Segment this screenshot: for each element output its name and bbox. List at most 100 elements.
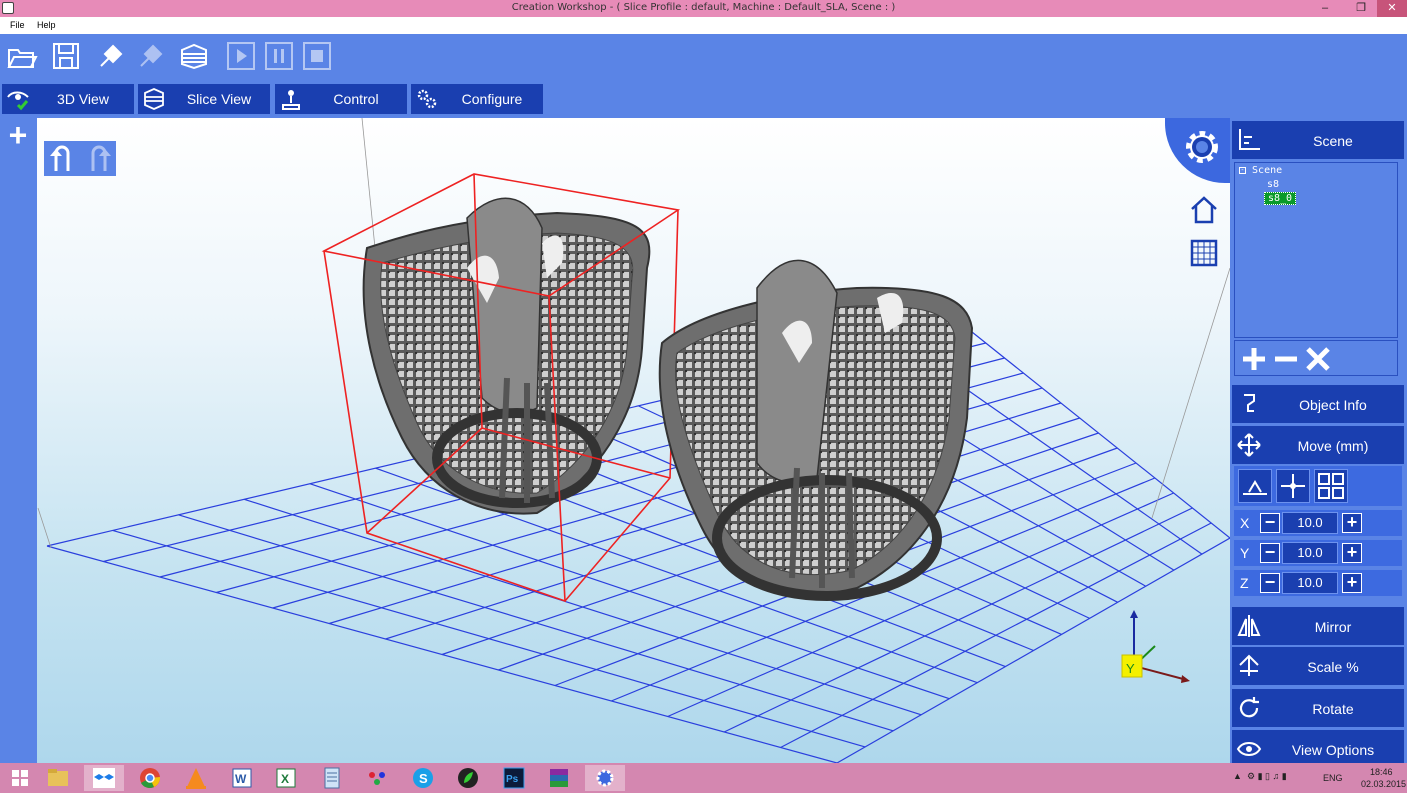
title-bar: Creation Workshop - ( Slice Profile : de… — [0, 0, 1407, 17]
y-value-field[interactable]: 10.0 — [1282, 542, 1338, 564]
y-decrement-button[interactable]: − — [1260, 543, 1280, 563]
x-increment-button[interactable]: + — [1342, 513, 1362, 533]
winrar-icon[interactable] — [539, 765, 579, 791]
creation-workshop-icon[interactable] — [585, 765, 625, 791]
x-decrement-button[interactable]: − — [1260, 513, 1280, 533]
z-value-field[interactable]: 10.0 — [1282, 572, 1338, 594]
disconnect-icon[interactable] — [135, 40, 167, 72]
undo-redo-group — [44, 141, 116, 176]
svg-text:X: X — [281, 772, 289, 786]
tab-label: Configure — [461, 91, 523, 107]
chrome-icon[interactable] — [130, 765, 170, 791]
svg-text:Ps: Ps — [506, 774, 519, 785]
gear-icon — [1186, 131, 1218, 163]
taskbar: W X S Ps ▲ ⚙ ▮ ▯ ♫ ▮ ENG 18:46 02.03.201… — [0, 763, 1407, 793]
excel-icon[interactable]: X — [266, 765, 306, 791]
axis-y-label: Y — [1240, 545, 1250, 561]
tab-configure[interactable]: Configure — [411, 84, 543, 114]
joystick-icon — [282, 90, 300, 110]
gizmo-y-label: Y — [1126, 661, 1135, 676]
pause-icon[interactable] — [263, 40, 295, 72]
rotate-label: Rotate — [1312, 701, 1354, 717]
left-strip: + — [0, 118, 37, 763]
vlc-icon[interactable] — [176, 765, 216, 791]
move-y-row: Y − 10.0 + — [1234, 540, 1402, 566]
clock-date[interactable]: 02.03.2015 — [1361, 779, 1406, 789]
scene-panel-header[interactable]: Scene — [1232, 121, 1404, 159]
clock-time[interactable]: 18:46 — [1370, 767, 1393, 777]
y-increment-button[interactable]: + — [1342, 543, 1362, 563]
tree-item-s8-0[interactable]: s8_0 — [1264, 192, 1297, 205]
tree-item-s8[interactable]: s8 — [1267, 179, 1279, 190]
menu-file[interactable]: File — [10, 20, 25, 30]
windows-start-icon[interactable] — [0, 765, 40, 791]
tab-label: Slice View — [186, 91, 252, 107]
home-view-icon[interactable] — [1187, 193, 1221, 227]
tab-slice-view[interactable]: Slice View — [138, 84, 270, 114]
stop-icon[interactable] — [301, 40, 333, 72]
x-value-field[interactable]: 10.0 — [1282, 512, 1338, 534]
undo-icon[interactable] — [44, 141, 79, 176]
ring-model-s8-0[interactable] — [658, 259, 974, 601]
z-decrement-button[interactable]: − — [1260, 573, 1280, 593]
redo-icon[interactable] — [81, 141, 116, 176]
add-object-icon[interactable] — [1239, 344, 1269, 374]
open-icon[interactable] — [6, 40, 38, 72]
3d-viewport[interactable]: Y — [37, 118, 1230, 763]
move-x-row: X − 10.0 + — [1234, 510, 1402, 536]
move-header[interactable]: Move (mm) — [1232, 426, 1404, 464]
tree-root[interactable]: - Scene — [1239, 165, 1282, 176]
app-green-icon[interactable] — [448, 765, 488, 791]
remove-object-icon[interactable] — [1271, 344, 1301, 374]
word-icon[interactable]: W — [222, 765, 262, 791]
mirror-label: Mirror — [1314, 619, 1352, 635]
save-icon[interactable] — [50, 40, 82, 72]
minimize-button[interactable]: – — [1310, 0, 1340, 17]
z-increment-button[interactable]: + — [1342, 573, 1362, 593]
tab-3d-view[interactable]: 3D View — [2, 84, 134, 114]
app-icon[interactable] — [357, 765, 397, 791]
photoshop-icon[interactable]: Ps — [494, 765, 534, 791]
tab-label: 3D View — [57, 91, 109, 107]
object-info-header[interactable]: Object Info — [1232, 385, 1404, 423]
toolbar — [0, 34, 1407, 84]
center-object-icon[interactable] — [1276, 469, 1310, 503]
rotate-header[interactable]: Rotate — [1232, 689, 1404, 727]
menu-help[interactable]: Help — [37, 20, 56, 30]
file-explorer-icon[interactable] — [38, 765, 78, 791]
mirror-icon — [1237, 615, 1261, 637]
place-on-plate-icon[interactable] — [1238, 469, 1272, 503]
scene-tree[interactable]: - Scene s8 s8_0 — [1234, 162, 1398, 338]
scale-header[interactable]: Scale % — [1232, 647, 1404, 685]
scale-icon — [1239, 654, 1259, 676]
expand-panel-button[interactable]: + — [5, 118, 31, 152]
restore-button[interactable]: ❐ — [1346, 0, 1376, 17]
right-panel: Scene - Scene s8 s8_0 Object Info Move (… — [1230, 118, 1407, 763]
info-icon — [1244, 394, 1255, 412]
eye-icon — [1236, 742, 1262, 756]
notepad-icon[interactable] — [312, 765, 352, 791]
move-arrows-icon — [1237, 433, 1261, 457]
close-button[interactable]: ✕ — [1377, 0, 1407, 17]
move-label: Move (mm) — [1297, 438, 1369, 454]
language-indicator[interactable]: ENG — [1323, 773, 1343, 783]
delete-object-icon[interactable] — [1303, 344, 1333, 374]
tree-root-label: Scene — [1252, 165, 1283, 176]
tray-icons[interactable]: ⚙ ▮ ▯ ♫ ▮ — [1247, 771, 1287, 782]
scene-label: Scene — [1313, 133, 1353, 149]
play-icon[interactable] — [225, 40, 257, 72]
arrange-objects-icon[interactable] — [1314, 469, 1348, 503]
ring-model-s8[interactable] — [362, 197, 651, 515]
dropbox-icon[interactable] — [84, 765, 124, 791]
skype-icon[interactable]: S — [403, 765, 443, 791]
tray-arrow-icon[interactable]: ▲ — [1233, 771, 1242, 781]
grid-view-icon[interactable] — [1187, 236, 1221, 270]
view-options-header[interactable]: View Options — [1232, 730, 1404, 763]
mirror-header[interactable]: Mirror — [1232, 607, 1404, 645]
scene-axis-icon — [1239, 129, 1260, 150]
build-plate-grid — [46, 327, 1230, 763]
slice-view-icon — [144, 88, 164, 110]
slice-icon[interactable] — [178, 40, 210, 72]
connect-icon[interactable] — [95, 40, 127, 72]
tab-control[interactable]: Control — [275, 84, 407, 114]
